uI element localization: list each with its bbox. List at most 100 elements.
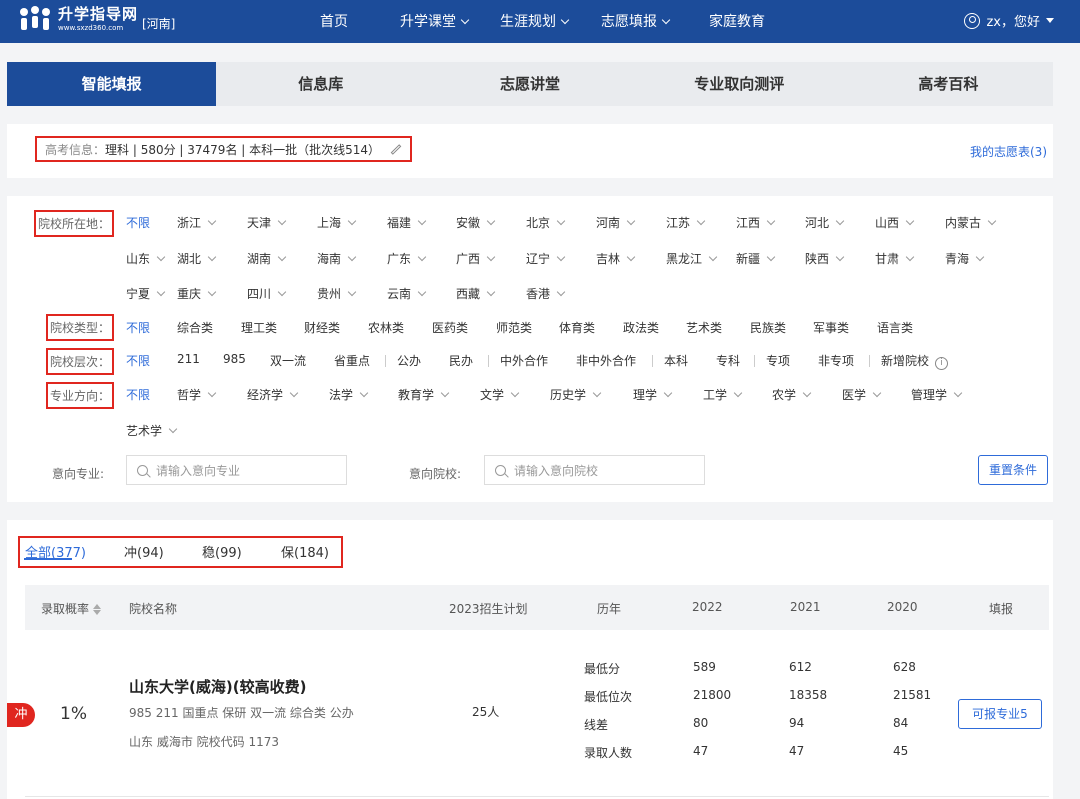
major-option[interactable]: 工学 — [703, 386, 743, 403]
level-option[interactable]: 985 — [223, 352, 246, 366]
location-option[interactable]: 甘肃 — [875, 250, 915, 267]
major-option[interactable]: 管理学 — [911, 386, 963, 403]
location-option[interactable]: 北京 — [526, 214, 566, 231]
location-option[interactable]: 江西 — [736, 214, 776, 231]
location-option[interactable]: 青海 — [945, 250, 985, 267]
type-option[interactable]: 理工类 — [241, 319, 277, 336]
info-icon[interactable]: i — [935, 357, 949, 370]
major-option[interactable]: 医学 — [842, 386, 882, 403]
location-option[interactable]: 浙江 — [177, 214, 217, 231]
type-option[interactable]: 军事类 — [813, 319, 849, 336]
level-option[interactable]: 新增院校 i — [881, 352, 949, 370]
my-application-list-link[interactable]: 我的志愿表(3) — [970, 143, 1047, 160]
major-option[interactable]: 法学 — [329, 386, 369, 403]
location-option[interactable]: 江苏 — [666, 214, 706, 231]
location-option[interactable]: 四川 — [247, 285, 287, 302]
major-option[interactable]: 教育学 — [398, 386, 450, 403]
th-prob[interactable]: 录取概率 — [41, 600, 102, 617]
major-option[interactable]: 历史学 — [550, 386, 602, 403]
user-menu[interactable]: zx，您好 — [964, 11, 1054, 30]
school-name[interactable]: 山东大学(威海)(较高收费) — [129, 676, 306, 697]
major-option[interactable]: 理学 — [633, 386, 673, 403]
type-option[interactable]: 农林类 — [368, 319, 404, 336]
nav-home[interactable]: 首页 — [320, 11, 348, 31]
tab-lecture[interactable]: 志愿讲堂 — [425, 62, 634, 106]
site-logo[interactable]: 升学指导网 www.sxzd360.com — [18, 6, 138, 32]
location-option[interactable]: 河南 — [596, 214, 636, 231]
level-option[interactable]: 省重点 — [334, 352, 370, 369]
level-option[interactable]: 民办 — [449, 352, 473, 369]
level-option[interactable]: 公办 — [397, 352, 421, 369]
level-option[interactable]: 本科 — [664, 352, 688, 369]
major-option[interactable]: 不限 — [126, 386, 150, 403]
type-option[interactable]: 财经类 — [304, 319, 340, 336]
major-option[interactable]: 艺术学 — [126, 422, 178, 439]
type-option[interactable]: 医药类 — [432, 319, 468, 336]
level-option[interactable]: 中外合作 — [500, 352, 548, 369]
location-option[interactable]: 河北 — [805, 214, 845, 231]
intent-school-input[interactable]: 请输入意向院校 — [484, 455, 705, 485]
tab-major-test[interactable]: 专业取向测评 — [635, 62, 844, 106]
nav-career[interactable]: 生涯规划 — [500, 11, 570, 31]
category-reach[interactable]: 冲(94) — [124, 542, 164, 561]
type-option[interactable]: 语言类 — [877, 319, 913, 336]
category-safe[interactable]: 保(184) — [281, 542, 329, 561]
type-option[interactable]: 体育类 — [559, 319, 595, 336]
tab-smart-fill[interactable]: 智能填报 — [7, 62, 217, 106]
location-option[interactable]: 宁夏 — [126, 285, 166, 302]
location-option[interactable]: 辽宁 — [526, 250, 566, 267]
nav-course[interactable]: 升学课堂 — [400, 11, 470, 31]
location-option[interactable]: 福建 — [387, 214, 427, 231]
major-option[interactable]: 哲学 — [177, 386, 217, 403]
level-option[interactable]: 双一流 — [270, 352, 306, 369]
type-option[interactable]: 师范类 — [496, 319, 532, 336]
location-option[interactable]: 云南 — [387, 285, 427, 302]
major-option[interactable]: 农学 — [772, 386, 812, 403]
level-option[interactable]: 不限 — [126, 352, 150, 369]
tab-encyclopedia[interactable]: 高考百科 — [844, 62, 1053, 106]
level-option[interactable]: 非中外合作 — [576, 352, 636, 369]
tab-database[interactable]: 信息库 — [216, 62, 425, 106]
type-option[interactable]: 不限 — [126, 319, 150, 336]
location-option[interactable]: 内蒙古 — [945, 214, 997, 231]
location-option[interactable]: 广西 — [456, 250, 496, 267]
location-option[interactable]: 不限 — [126, 214, 150, 231]
region-switch[interactable]: [河南] — [142, 15, 175, 32]
type-option[interactable]: 民族类 — [750, 319, 786, 336]
location-option[interactable]: 陕西 — [805, 250, 845, 267]
location-option[interactable]: 广东 — [387, 250, 427, 267]
reset-filters-button[interactable]: 重置条件 — [978, 455, 1048, 485]
location-option[interactable]: 安徽 — [456, 214, 496, 231]
type-option[interactable]: 综合类 — [177, 319, 213, 336]
location-option[interactable]: 天津 — [247, 214, 287, 231]
location-option[interactable]: 山西 — [875, 214, 915, 231]
location-option[interactable]: 黑龙江 — [666, 250, 718, 267]
type-option[interactable]: 政法类 — [623, 319, 659, 336]
location-option[interactable]: 湖北 — [177, 250, 217, 267]
sort-icon[interactable] — [93, 604, 102, 615]
location-option[interactable]: 海南 — [317, 250, 357, 267]
major-option[interactable]: 经济学 — [247, 386, 299, 403]
location-option[interactable]: 吉林 — [596, 250, 636, 267]
location-option[interactable]: 上海 — [317, 214, 357, 231]
level-option[interactable]: 专科 — [716, 352, 740, 369]
location-option[interactable]: 湖南 — [247, 250, 287, 267]
location-option[interactable]: 贵州 — [317, 285, 357, 302]
location-option[interactable]: 重庆 — [177, 285, 217, 302]
level-option[interactable]: 211 — [177, 352, 200, 366]
level-option[interactable]: 非专项 — [818, 352, 854, 369]
category-match[interactable]: 稳(99) — [202, 542, 242, 561]
nav-application[interactable]: 志愿填报 — [601, 11, 671, 31]
major-option[interactable]: 文学 — [480, 386, 520, 403]
location-option[interactable]: 香港 — [526, 285, 566, 302]
intent-major-input[interactable]: 请输入意向专业 — [126, 455, 347, 485]
location-option[interactable]: 西藏 — [456, 285, 496, 302]
location-option[interactable]: 新疆 — [736, 250, 776, 267]
level-option[interactable]: 专项 — [766, 352, 790, 369]
edit-pencil-icon[interactable] — [390, 143, 402, 155]
available-majors-button[interactable]: 可报专业5 — [958, 699, 1042, 729]
type-option[interactable]: 艺术类 — [686, 319, 722, 336]
history-metric-label-label: 线差 — [584, 718, 609, 732]
location-option[interactable]: 山东 — [126, 250, 166, 267]
nav-family[interactable]: 家庭教育 — [709, 11, 765, 31]
